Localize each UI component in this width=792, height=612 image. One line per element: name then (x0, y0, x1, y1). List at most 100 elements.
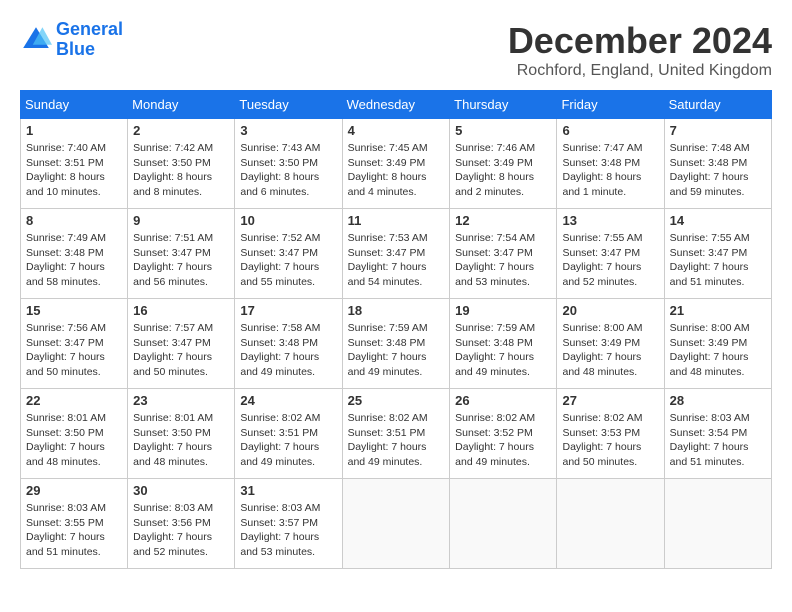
weekday-header-cell: Sunday (21, 91, 128, 119)
calendar-day-cell (450, 479, 557, 569)
day-info: Sunrise: 7:42 AM Sunset: 3:50 PM Dayligh… (133, 141, 229, 200)
day-number: 25 (348, 393, 445, 408)
day-number: 26 (455, 393, 551, 408)
calendar-day-cell: 30 Sunrise: 8:03 AM Sunset: 3:56 PM Dayl… (128, 479, 235, 569)
weekday-header-cell: Friday (557, 91, 664, 119)
day-number: 20 (562, 303, 658, 318)
calendar-day-cell: 7 Sunrise: 7:48 AM Sunset: 3:48 PM Dayli… (664, 119, 771, 209)
day-number: 2 (133, 123, 229, 138)
day-info: Sunrise: 8:01 AM Sunset: 3:50 PM Dayligh… (133, 411, 229, 470)
calendar-day-cell: 17 Sunrise: 7:58 AM Sunset: 3:48 PM Dayl… (235, 299, 342, 389)
day-info: Sunrise: 8:03 AM Sunset: 3:56 PM Dayligh… (133, 501, 229, 560)
day-info: Sunrise: 7:55 AM Sunset: 3:47 PM Dayligh… (670, 231, 766, 290)
calendar-table: SundayMondayTuesdayWednesdayThursdayFrid… (20, 90, 772, 569)
calendar-day-cell: 22 Sunrise: 8:01 AM Sunset: 3:50 PM Dayl… (21, 389, 128, 479)
day-info: Sunrise: 7:52 AM Sunset: 3:47 PM Dayligh… (240, 231, 336, 290)
day-info: Sunrise: 8:02 AM Sunset: 3:51 PM Dayligh… (240, 411, 336, 470)
day-number: 23 (133, 393, 229, 408)
day-info: Sunrise: 7:55 AM Sunset: 3:47 PM Dayligh… (562, 231, 658, 290)
day-info: Sunrise: 8:00 AM Sunset: 3:49 PM Dayligh… (670, 321, 766, 380)
day-info: Sunrise: 8:03 AM Sunset: 3:57 PM Dayligh… (240, 501, 336, 560)
calendar-day-cell: 25 Sunrise: 8:02 AM Sunset: 3:51 PM Dayl… (342, 389, 450, 479)
day-number: 14 (670, 213, 766, 228)
day-number: 6 (562, 123, 658, 138)
location: Rochford, England, United Kingdom (508, 62, 772, 80)
day-info: Sunrise: 8:02 AM Sunset: 3:53 PM Dayligh… (562, 411, 658, 470)
day-number: 31 (240, 483, 336, 498)
day-number: 12 (455, 213, 551, 228)
calendar-day-cell: 20 Sunrise: 8:00 AM Sunset: 3:49 PM Dayl… (557, 299, 664, 389)
calendar-day-cell: 21 Sunrise: 8:00 AM Sunset: 3:49 PM Dayl… (664, 299, 771, 389)
day-info: Sunrise: 7:58 AM Sunset: 3:48 PM Dayligh… (240, 321, 336, 380)
day-info: Sunrise: 8:03 AM Sunset: 3:54 PM Dayligh… (670, 411, 766, 470)
calendar-week-row: 15 Sunrise: 7:56 AM Sunset: 3:47 PM Dayl… (21, 299, 772, 389)
day-info: Sunrise: 7:46 AM Sunset: 3:49 PM Dayligh… (455, 141, 551, 200)
weekday-header-cell: Tuesday (235, 91, 342, 119)
calendar-day-cell: 24 Sunrise: 8:02 AM Sunset: 3:51 PM Dayl… (235, 389, 342, 479)
day-info: Sunrise: 7:48 AM Sunset: 3:48 PM Dayligh… (670, 141, 766, 200)
calendar-week-row: 22 Sunrise: 8:01 AM Sunset: 3:50 PM Dayl… (21, 389, 772, 479)
day-number: 17 (240, 303, 336, 318)
calendar-day-cell: 18 Sunrise: 7:59 AM Sunset: 3:48 PM Dayl… (342, 299, 450, 389)
day-number: 5 (455, 123, 551, 138)
day-info: Sunrise: 8:00 AM Sunset: 3:49 PM Dayligh… (562, 321, 658, 380)
calendar-day-cell: 28 Sunrise: 8:03 AM Sunset: 3:54 PM Dayl… (664, 389, 771, 479)
weekday-header-cell: Saturday (664, 91, 771, 119)
day-number: 8 (26, 213, 122, 228)
calendar-day-cell: 4 Sunrise: 7:45 AM Sunset: 3:49 PM Dayli… (342, 119, 450, 209)
calendar-day-cell: 11 Sunrise: 7:53 AM Sunset: 3:47 PM Dayl… (342, 209, 450, 299)
day-number: 13 (562, 213, 658, 228)
day-number: 27 (562, 393, 658, 408)
calendar-day-cell: 31 Sunrise: 8:03 AM Sunset: 3:57 PM Dayl… (235, 479, 342, 569)
day-number: 28 (670, 393, 766, 408)
calendar-day-cell: 26 Sunrise: 8:02 AM Sunset: 3:52 PM Dayl… (450, 389, 557, 479)
day-number: 9 (133, 213, 229, 228)
logo-icon (20, 24, 52, 56)
calendar-day-cell: 1 Sunrise: 7:40 AM Sunset: 3:51 PM Dayli… (21, 119, 128, 209)
calendar-day-cell: 23 Sunrise: 8:01 AM Sunset: 3:50 PM Dayl… (128, 389, 235, 479)
day-info: Sunrise: 8:02 AM Sunset: 3:51 PM Dayligh… (348, 411, 445, 470)
calendar-day-cell (664, 479, 771, 569)
calendar-day-cell: 14 Sunrise: 7:55 AM Sunset: 3:47 PM Dayl… (664, 209, 771, 299)
calendar-week-row: 29 Sunrise: 8:03 AM Sunset: 3:55 PM Dayl… (21, 479, 772, 569)
month-title: December 2024 (508, 20, 772, 62)
calendar-day-cell: 5 Sunrise: 7:46 AM Sunset: 3:49 PM Dayli… (450, 119, 557, 209)
calendar-day-cell: 2 Sunrise: 7:42 AM Sunset: 3:50 PM Dayli… (128, 119, 235, 209)
calendar-day-cell: 3 Sunrise: 7:43 AM Sunset: 3:50 PM Dayli… (235, 119, 342, 209)
logo-text: General Blue (56, 20, 123, 60)
day-info: Sunrise: 7:49 AM Sunset: 3:48 PM Dayligh… (26, 231, 122, 290)
day-number: 16 (133, 303, 229, 318)
day-number: 7 (670, 123, 766, 138)
day-number: 30 (133, 483, 229, 498)
title-block: December 2024 Rochford, England, United … (508, 20, 772, 80)
day-info: Sunrise: 8:01 AM Sunset: 3:50 PM Dayligh… (26, 411, 122, 470)
calendar-day-cell (342, 479, 450, 569)
day-number: 1 (26, 123, 122, 138)
logo: General Blue (20, 20, 123, 60)
weekday-header-row: SundayMondayTuesdayWednesdayThursdayFrid… (21, 91, 772, 119)
weekday-header-cell: Monday (128, 91, 235, 119)
day-info: Sunrise: 8:02 AM Sunset: 3:52 PM Dayligh… (455, 411, 551, 470)
calendar-day-cell: 10 Sunrise: 7:52 AM Sunset: 3:47 PM Dayl… (235, 209, 342, 299)
day-info: Sunrise: 7:40 AM Sunset: 3:51 PM Dayligh… (26, 141, 122, 200)
day-info: Sunrise: 8:03 AM Sunset: 3:55 PM Dayligh… (26, 501, 122, 560)
day-number: 18 (348, 303, 445, 318)
calendar-week-row: 8 Sunrise: 7:49 AM Sunset: 3:48 PM Dayli… (21, 209, 772, 299)
day-info: Sunrise: 7:57 AM Sunset: 3:47 PM Dayligh… (133, 321, 229, 380)
day-number: 19 (455, 303, 551, 318)
day-info: Sunrise: 7:53 AM Sunset: 3:47 PM Dayligh… (348, 231, 445, 290)
day-number: 21 (670, 303, 766, 318)
calendar-day-cell: 13 Sunrise: 7:55 AM Sunset: 3:47 PM Dayl… (557, 209, 664, 299)
calendar-body: 1 Sunrise: 7:40 AM Sunset: 3:51 PM Dayli… (21, 119, 772, 569)
day-info: Sunrise: 7:47 AM Sunset: 3:48 PM Dayligh… (562, 141, 658, 200)
page-header: General Blue December 2024 Rochford, Eng… (20, 20, 772, 80)
day-number: 15 (26, 303, 122, 318)
day-info: Sunrise: 7:59 AM Sunset: 3:48 PM Dayligh… (455, 321, 551, 380)
day-number: 11 (348, 213, 445, 228)
calendar-day-cell: 9 Sunrise: 7:51 AM Sunset: 3:47 PM Dayli… (128, 209, 235, 299)
calendar-day-cell: 27 Sunrise: 8:02 AM Sunset: 3:53 PM Dayl… (557, 389, 664, 479)
calendar-day-cell: 6 Sunrise: 7:47 AM Sunset: 3:48 PM Dayli… (557, 119, 664, 209)
day-info: Sunrise: 7:45 AM Sunset: 3:49 PM Dayligh… (348, 141, 445, 200)
day-number: 4 (348, 123, 445, 138)
day-number: 24 (240, 393, 336, 408)
